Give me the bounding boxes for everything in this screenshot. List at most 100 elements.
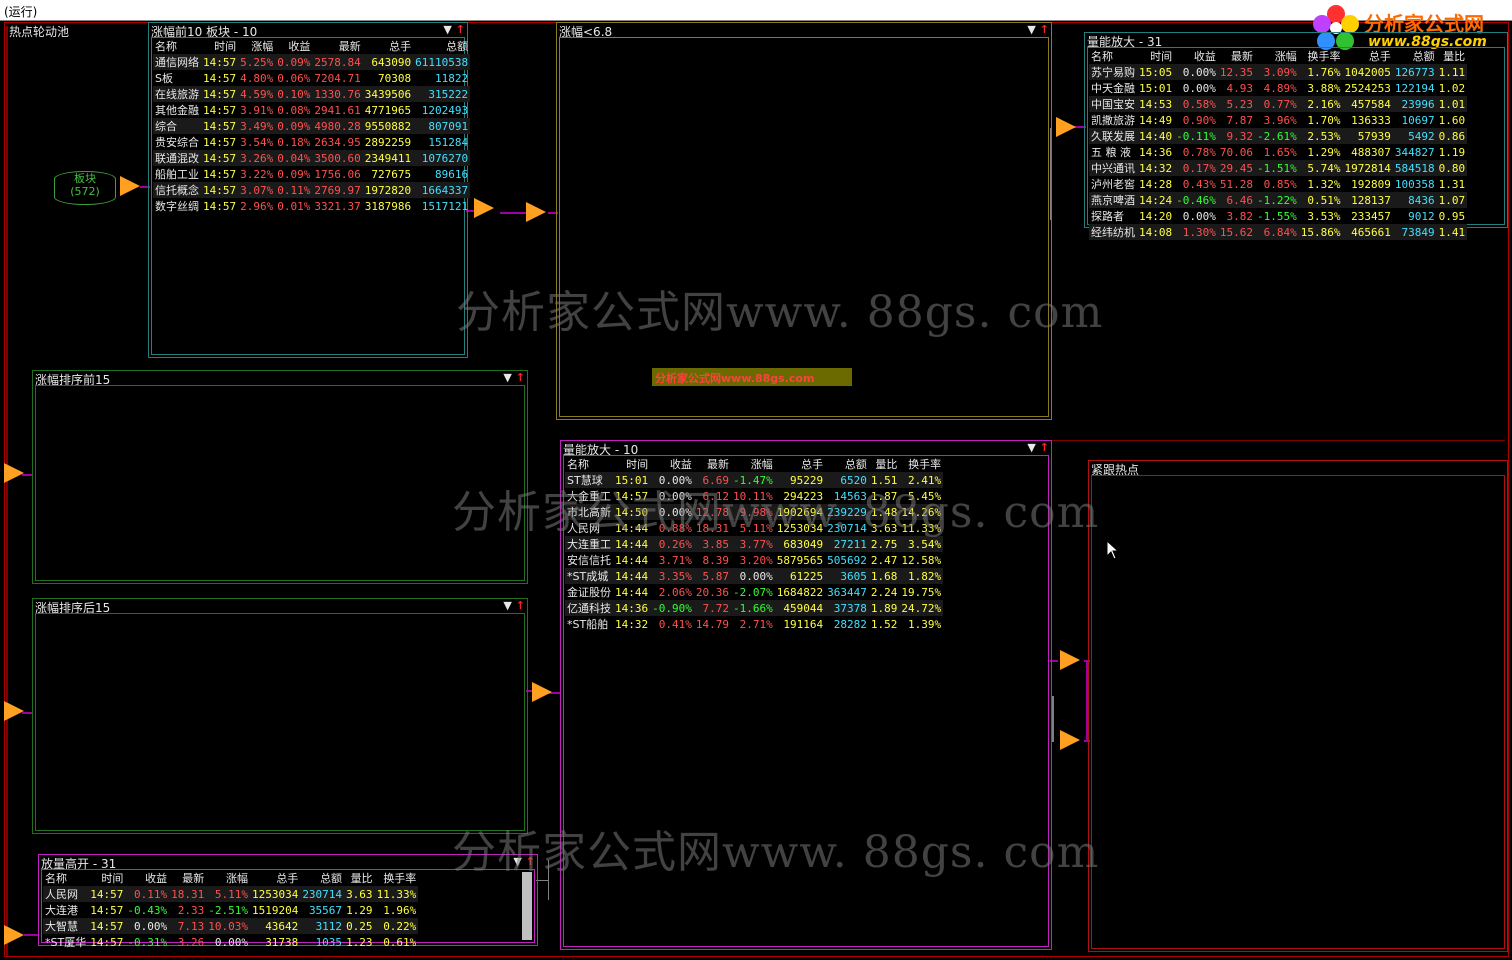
column-header[interactable]: 收益: [650, 456, 694, 472]
table-row[interactable]: 中兴通讯 14:32 0.17% 29.45 -1.51% 5.74% 1972814 584…: [1089, 160, 1468, 176]
top10-table[interactable]: 名称 时间 涨幅 收益 最新 总手 总额 通信网络 14:57 5.25% 0.09% 2578.84…: [153, 38, 471, 214]
table-row[interactable]: 人民网 14:57 0.11% 18.31 5.11% 1253034 230714 3.63…: [43, 886, 419, 902]
column-header[interactable]: 涨幅: [238, 38, 275, 54]
panel-controls[interactable]: ▼ ↑: [443, 23, 465, 36]
table-row[interactable]: 大连港 14:57 -0.43% 2.33 -2.51% 1519204 35567 1.29…: [43, 902, 418, 918]
column-header[interactable]: 涨幅: [206, 870, 250, 886]
column-header[interactable]: 名称: [1089, 48, 1137, 64]
column-header[interactable]: 涨幅: [731, 456, 775, 472]
table-row[interactable]: *ST厦华 14:57 -0.31% 3.26 0.00% 31738 1035 1.23 0.…: [43, 934, 418, 950]
panel-controls[interactable]: ▼ ↑: [503, 599, 525, 612]
panel-track-hotspot[interactable]: 紧跟热点: [1088, 460, 1508, 952]
column-header[interactable]: 收益: [275, 38, 312, 54]
panel-controls[interactable]: ▼ ↑: [503, 371, 525, 384]
panel-rise-below-6.8[interactable]: 涨幅<6.8 ▼ ↑: [556, 22, 1052, 420]
column-header[interactable]: 总额: [413, 38, 470, 54]
table-row[interactable]: 经纬纺机 14:08 1.30% 15.62 6.84% 15.86% 465661 7384…: [1089, 224, 1468, 240]
table-row[interactable]: *ST成城 14:44 3.35% 5.87 0.00% 61225 3605 1.68 1.8…: [565, 568, 944, 584]
flow-node-arrow-icon[interactable]: [120, 176, 140, 196]
flow-node-arrow-icon[interactable]: [532, 682, 552, 702]
column-header[interactable]: 总手: [363, 38, 413, 54]
column-header[interactable]: 名称: [43, 870, 88, 886]
table-row[interactable]: 五 粮 液 14:36 0.78% 70.06 1.65% 1.29% 488307 3448…: [1089, 144, 1467, 160]
dropdown-icon[interactable]: ▼: [503, 371, 511, 384]
table-row[interactable]: 在线旅游 14:57 4.59% 0.10% 1330.76 3439506 315222: [153, 86, 471, 102]
column-header[interactable]: 总额: [300, 870, 344, 886]
table-row[interactable]: 中天金融 15:01 0.00% 4.93 4.89% 3.88% 2524253 12219…: [1089, 80, 1467, 96]
column-header[interactable]: 总手: [250, 870, 300, 886]
table-row[interactable]: 数字丝绸 14:57 2.96% 0.01% 3321.37 3187986 1517121: [153, 198, 470, 214]
panel-sort-bottom15[interactable]: 涨幅排序后15 ▼ ↑: [32, 598, 528, 834]
table-row[interactable]: 安信信托 14:44 3.71% 8.39 3.20% 5879565 505692 2.47…: [565, 552, 943, 568]
flow-node-arrow-icon[interactable]: [474, 198, 494, 218]
promo-banner[interactable]: 分析家公式网www.88gs.com: [652, 368, 852, 386]
table-row[interactable]: 中国宝安 14:53 0.58% 5.23 0.77% 2.16% 457584 23996 1…: [1089, 96, 1468, 112]
column-header[interactable]: 总手: [775, 456, 825, 472]
column-header[interactable]: 时间: [1137, 48, 1174, 64]
column-header[interactable]: 名称: [565, 456, 613, 472]
flow-node-arrow-icon[interactable]: [526, 202, 546, 222]
arrow-up-icon[interactable]: ↑: [456, 23, 465, 36]
table-row[interactable]: 综合 14:57 3.49% 0.09% 4980.28 9550882 807091: [153, 118, 471, 134]
column-header[interactable]: 最新: [312, 38, 362, 54]
arrow-up-icon[interactable]: ↑: [1040, 23, 1049, 36]
flow-node-arrow-icon[interactable]: [4, 463, 24, 483]
arrow-up-icon[interactable]: ↑: [1040, 441, 1049, 454]
dropdown-icon[interactable]: ▼: [1027, 441, 1035, 454]
column-header[interactable]: 量比: [869, 456, 900, 472]
gapup-table[interactable]: 名称 时间 收益 最新 涨幅 总手 总额 量比 换手率 人民网 14:57 0.11% 18.31 5.1…: [43, 870, 419, 950]
volume31-table[interactable]: 名称 时间 收益 最新 涨幅 换手率 总手 总额 量比 苏宁易购 15:05 0.00% 12.35 3.…: [1089, 48, 1468, 240]
table-row[interactable]: 船舶工业 14:57 3.22% 0.09% 1756.06 727675 89616: [153, 166, 470, 182]
column-header[interactable]: 时间: [201, 38, 238, 54]
arrow-up-icon[interactable]: ↑: [516, 371, 525, 384]
panel-controls[interactable]: ▼ ↑: [1027, 441, 1049, 454]
table-row[interactable]: *ST船舶 14:32 0.41% 14.79 2.71% 191164 28282 1.52…: [565, 616, 943, 632]
column-header[interactable]: 总额: [1393, 48, 1437, 64]
column-header[interactable]: 换手率: [1299, 48, 1343, 64]
table-row[interactable]: 泸州老窖 14:28 0.43% 51.28 0.85% 1.32% 192809 10035…: [1089, 176, 1467, 192]
column-header[interactable]: 量比: [1437, 48, 1468, 64]
table-row[interactable]: 苏宁易购 15:05 0.00% 12.35 3.09% 1.76% 1042005 1267…: [1089, 64, 1468, 80]
table-row[interactable]: 其他金融 14:57 3.91% 0.08% 2941.61 4771965 1202493: [153, 102, 470, 118]
panel-top10-sectors[interactable]: 涨幅前10 板块 - 10 ▼ ↑ 名称 时间 涨幅 收益 最新 总手 总额 通信网络 14:57…: [148, 22, 471, 358]
column-header[interactable]: 换手率: [899, 456, 943, 472]
table-row[interactable]: 贵安综合 14:57 3.54% 0.18% 2634.95 2892259 151284: [153, 134, 470, 150]
column-header[interactable]: 总手: [1343, 48, 1393, 64]
column-header[interactable]: 时间: [88, 870, 125, 886]
dropdown-icon[interactable]: ▼: [443, 23, 451, 36]
table-row[interactable]: 久联发展 14:40 -0.11% 9.32 -2.61% 2.53% 57939 5492 0…: [1089, 128, 1468, 144]
dropdown-icon[interactable]: ▼: [1027, 23, 1035, 36]
table-row[interactable]: 金证股份 14:44 2.06% 20.36 -2.07% 1684822 363447 2.…: [565, 584, 943, 600]
vertical-scrollbar[interactable]: [522, 872, 532, 940]
column-header[interactable]: 名称: [153, 38, 201, 54]
flow-node-arrow-icon[interactable]: [1060, 730, 1080, 750]
column-header[interactable]: 总额: [825, 456, 869, 472]
column-header[interactable]: 收益: [1174, 48, 1218, 64]
panel-controls[interactable]: ▼ ↑: [1027, 23, 1049, 36]
database-node[interactable]: 板块 (572): [54, 171, 116, 205]
column-header[interactable]: 最新: [1218, 48, 1255, 64]
table-row[interactable]: 凯撒旅游 14:49 0.90% 7.87 3.96% 1.70% 136333 10697 1…: [1089, 112, 1467, 128]
table-row[interactable]: 燕京啤酒 14:24 -0.46% 6.46 -1.22% 0.51% 128137 8436…: [1089, 192, 1468, 208]
table-row[interactable]: 通信网络 14:57 5.25% 0.09% 2578.84 643090 61110538: [153, 54, 471, 70]
column-header[interactable]: 收益: [125, 870, 169, 886]
dropdown-icon[interactable]: ▼: [503, 599, 511, 612]
table-row[interactable]: 亿通科技 14:36 -0.90% 7.72 -1.66% 459044 37378 1.89…: [565, 600, 944, 616]
table-row[interactable]: 大智慧 14:57 0.00% 7.13 10.03% 43642 3112 0.25 0.22…: [43, 918, 419, 934]
flow-node-arrow-icon[interactable]: [1060, 650, 1080, 670]
table-row[interactable]: 信托概念 14:57 3.07% 0.11% 2769.97 1972820 1664337: [153, 182, 471, 198]
table-row[interactable]: 联通混改 14:57 3.26% 0.04% 3500.60 2349411 1076270: [153, 150, 471, 166]
column-header[interactable]: 最新: [694, 456, 731, 472]
arrow-up-icon[interactable]: ↑: [516, 599, 525, 612]
column-header[interactable]: 涨幅: [1255, 48, 1299, 64]
column-header[interactable]: 量比: [344, 870, 375, 886]
table-row[interactable]: S板 14:57 4.80% 0.06% 7204.71 70308 11822: [153, 70, 470, 86]
column-header[interactable]: 换手率: [375, 870, 419, 886]
flow-node-arrow-icon[interactable]: [4, 701, 24, 721]
table-row[interactable]: 探路者 14:20 0.00% 3.82 -1.55% 3.53% 233457 9012 0.…: [1089, 208, 1467, 224]
column-header[interactable]: 最新: [169, 870, 206, 886]
flow-node-arrow-icon[interactable]: [4, 925, 24, 945]
panel-volume-31[interactable]: 量能放大 - 31 名称 时间 收益 最新 涨幅 换手率 总手 总额 量比 苏宁易购 15:05 0.…: [1084, 32, 1508, 240]
column-header[interactable]: 时间: [613, 456, 650, 472]
flow-node-arrow-icon[interactable]: [1056, 117, 1076, 137]
